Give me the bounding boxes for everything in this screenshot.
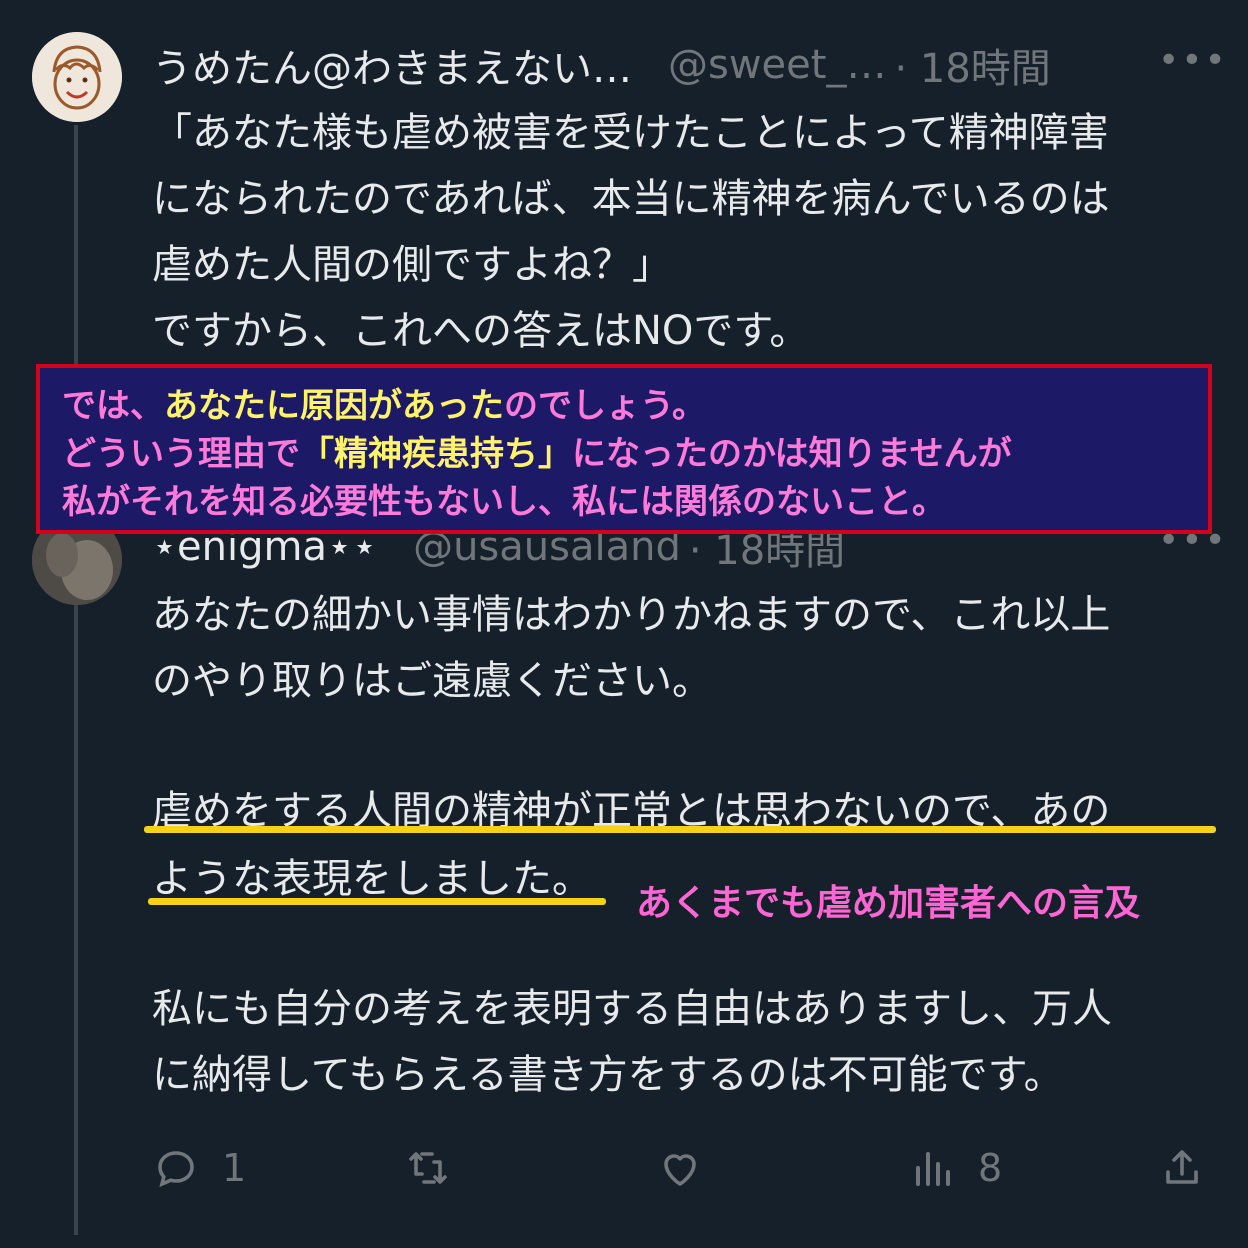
tweet-text-line: のやり取りはご遠慮ください。 xyxy=(152,658,712,704)
views-count: 8 xyxy=(978,1146,1003,1190)
display-name[interactable]: うめたん@わきまえない… xyxy=(152,36,632,94)
reply-icon xyxy=(158,1151,194,1188)
handle[interactable]: @sweet_… xyxy=(668,42,886,88)
retweet-button[interactable] xyxy=(404,1144,474,1192)
analytics-icon xyxy=(916,1152,950,1186)
tweet-text-line: 「あなた様も虐め被害を受けたことによって精神障害 xyxy=(152,110,1109,156)
highlight-underline xyxy=(148,898,606,905)
share-button[interactable] xyxy=(1158,1144,1206,1192)
annotation-overlay-box: では、あなたに原因があったのでしょう。 どういう理由で「精神疾患持ち」になったの… xyxy=(36,364,1212,534)
annotation-note: あくまでも虐め加害者への言及 xyxy=(636,883,1141,924)
overlay-text: のでしょう。 xyxy=(504,386,706,426)
tweet-text-line: ですから、これへの答えはNOです。 xyxy=(152,308,810,354)
tweet-text-line: あなたの細かい事情はわかりかねますので、これ以上 xyxy=(152,592,1111,638)
thread-connector-line xyxy=(74,125,78,1235)
overlay-text-highlight: あなたに原因があった xyxy=(164,386,504,426)
heart-icon xyxy=(664,1154,696,1186)
more-options-icon[interactable]: ••• xyxy=(1158,40,1228,81)
overlay-line: では、あなたに原因があったのでしょう。 xyxy=(62,382,1186,430)
like-button[interactable] xyxy=(656,1144,726,1192)
overlay-line: どういう理由で「精神疾患持ち」になったのかは知りませんが xyxy=(62,430,1186,478)
overlay-text: では、 xyxy=(62,386,164,426)
views-button[interactable]: 8 xyxy=(908,1144,1002,1192)
reply-button[interactable]: 1 xyxy=(152,1144,246,1192)
tweet-text-line: 虐めをする人間の精神が正常とは思わないので、あの xyxy=(152,788,1111,834)
reply-count: 1 xyxy=(222,1146,247,1190)
share-icon xyxy=(1166,1150,1198,1184)
tweet-text-line: 私にも自分の考えを表明する自由はありますし、万人 xyxy=(152,986,1112,1032)
highlight-underline xyxy=(144,826,1216,833)
avatar-face-icon xyxy=(32,32,122,122)
tweet-text-line: に納得してもらえる書き方をするのは不可能です。 xyxy=(152,1052,1064,1098)
tweet-text-line: になられたのであれば、本当に精神を病んでいるのは xyxy=(152,176,1110,222)
overlay-line: 私がそれを知る必要性もないし、私には関係のないこと。 xyxy=(62,482,946,522)
tweet-header: うめたん@わきまえない… @sweet_… · 18時間 xyxy=(152,36,1051,94)
retweet-icon xyxy=(409,1152,447,1184)
overlay-text-highlight: 「精神疾患持ち」 xyxy=(300,434,572,474)
avatar[interactable] xyxy=(32,32,122,122)
tweet-text-line: 虐めた人間の側ですよね？」 xyxy=(152,242,672,288)
timestamp[interactable]: · 18時間 xyxy=(894,36,1050,94)
overlay-text: になったのかは知りませんが xyxy=(572,434,1012,474)
overlay-text: どういう理由で xyxy=(62,434,300,474)
